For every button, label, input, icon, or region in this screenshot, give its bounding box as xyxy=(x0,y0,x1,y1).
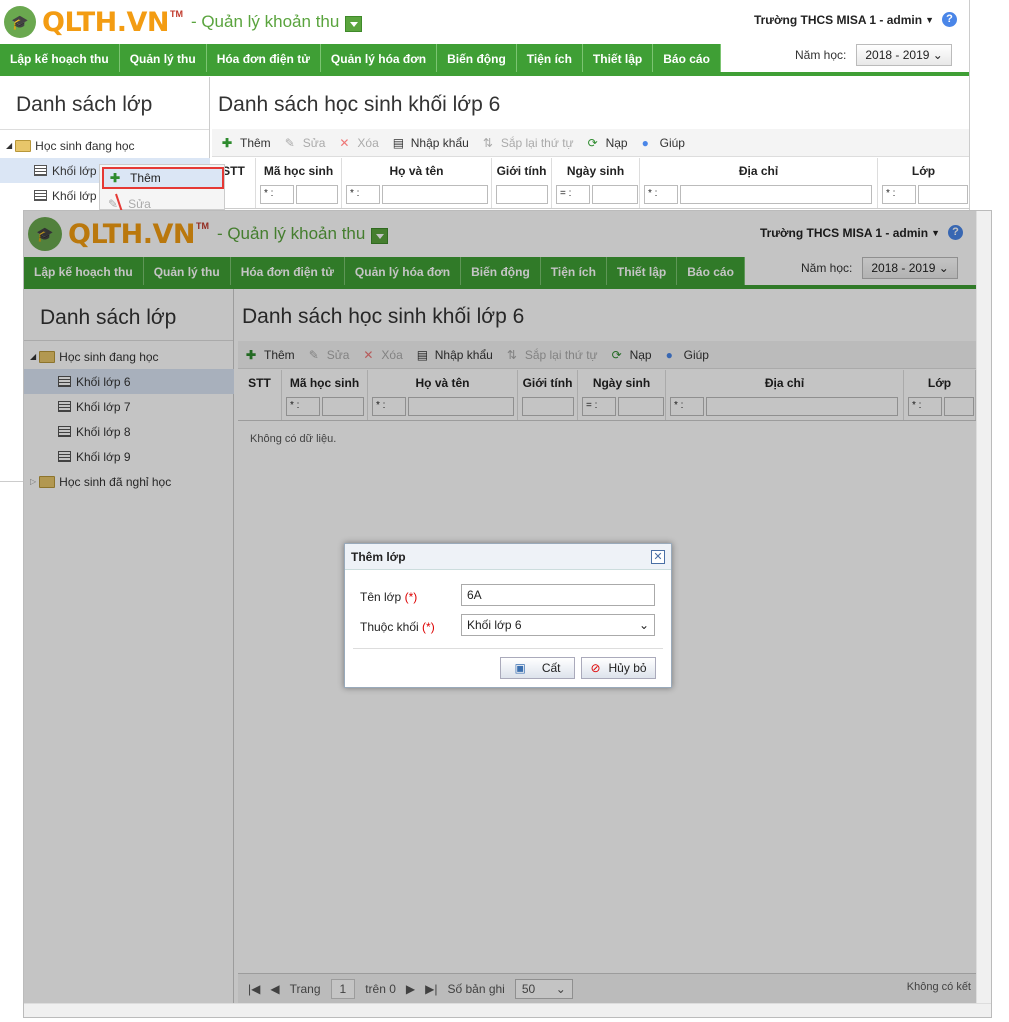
filter-input[interactable] xyxy=(918,185,968,204)
class-name-input[interactable]: 6A xyxy=(461,584,655,606)
left-panel-title: Danh sách lớp xyxy=(16,93,153,116)
add-icon: ✚ xyxy=(222,135,233,150)
nav-thiet-lap[interactable]: Thiết lập xyxy=(583,44,654,74)
folder-icon xyxy=(15,139,32,152)
filter-input[interactable] xyxy=(680,185,872,204)
save-icon: ▣ xyxy=(514,661,526,675)
col-ma-hoc-sinh[interactable]: Mã học sinh xyxy=(264,164,333,178)
horizontal-scrollbar[interactable] xyxy=(24,1003,991,1017)
toolbar-import[interactable]: ▤ Nhập khẩu xyxy=(393,136,469,150)
nav-quan-ly-hoa-don[interactable]: Quản lý hóa đơn xyxy=(321,44,438,74)
cancel-button[interactable]: ⊘ Hủy bỏ xyxy=(581,657,656,679)
filter-select[interactable] xyxy=(496,185,548,204)
nav-lap-ke-hoach-thu[interactable]: Lập kế hoạch thu xyxy=(0,44,120,74)
toolbar-delete[interactable]: ✕ Xóa xyxy=(339,136,378,150)
class-name-label: Tên lớp (*) xyxy=(360,590,418,604)
col-lop[interactable]: Lớp xyxy=(912,164,935,178)
toolbar-reload[interactable]: ⟳ Nạp xyxy=(588,136,628,150)
year-value: 2018 - 2019 xyxy=(865,48,930,62)
filter-input[interactable] xyxy=(296,185,338,204)
reload-icon: ⟳ xyxy=(587,135,598,150)
col-ho-va-ten[interactable]: Họ và tên xyxy=(389,164,443,178)
add-icon: ✚ xyxy=(110,171,121,185)
grade-select[interactable]: Khối lớp 6 ⌄ xyxy=(461,614,655,636)
filter-date[interactable] xyxy=(592,185,638,204)
save-button[interactable]: ▣ Cất xyxy=(500,657,575,679)
col-ngay-sinh[interactable]: Ngày sinh xyxy=(567,164,624,178)
main-title: Danh sách học sinh khối lớp 6 xyxy=(218,93,501,116)
toolbar-reorder[interactable]: ⇅ Sắp lại thứ tự xyxy=(483,136,574,150)
filter-op[interactable]: * : xyxy=(882,185,916,204)
col-gioi-tinh[interactable]: Giới tính xyxy=(497,164,547,178)
context-menu-add[interactable]: ✚ Thêm xyxy=(102,167,224,189)
year-label: Năm học: xyxy=(795,48,847,62)
tree-grade[interactable]: Khối lớp xyxy=(52,189,97,203)
nav-hoa-don-dien-tu[interactable]: Hóa đơn điện tử xyxy=(207,44,321,74)
tree-grade[interactable]: Khối lớp xyxy=(52,164,97,178)
filter-op[interactable]: * : xyxy=(346,185,380,204)
app-subtitle: - Quản lý khoản thu xyxy=(190,12,340,31)
filter-op[interactable]: * : xyxy=(644,185,678,204)
toolbar: ✚ Thêm ✎ Sửa ✕ Xóa ▤ Nhập khẩu ⇅ Sắp lại thứ … xyxy=(212,129,969,157)
toolbar-edit[interactable]: ✎ Sửa xyxy=(285,136,326,150)
logo-text: QLTH.VN xyxy=(42,6,169,38)
nav-tien-ich[interactable]: Tiện ích xyxy=(517,44,583,74)
toolbar-help[interactable]: ● Giúp xyxy=(642,136,685,150)
add-class-dialog: Thêm lớp ✕ Tên lớp (*) 6A Thuộc khối (*)… xyxy=(344,543,672,688)
user-menu[interactable]: Trường THCS MISA 1 - admin xyxy=(754,13,922,27)
logo-tm: TM xyxy=(169,9,183,19)
app-logo[interactable]: 🎓 QLTH.VN TM - Quản lý khoản thu xyxy=(4,6,363,38)
logo-icon: 🎓 xyxy=(4,6,36,38)
year-select[interactable]: 2018 - 2019 ⌄ xyxy=(856,44,952,66)
close-icon[interactable]: ✕ xyxy=(651,550,665,564)
toolbar-add[interactable]: ✚ Thêm xyxy=(222,136,271,150)
grade-label: Thuộc khối (*) xyxy=(360,620,435,634)
tree-studying[interactable]: Học sinh đang học xyxy=(35,139,134,153)
delete-icon: ✕ xyxy=(339,135,350,150)
help-icon[interactable]: ? xyxy=(942,12,957,27)
chevron-down-icon: ⌄ xyxy=(638,618,649,632)
filter-input[interactable] xyxy=(382,185,488,204)
cancel-icon: ⊘ xyxy=(590,661,601,675)
main-nav: Lập kế hoạch thu Quản lý thu Hóa đơn điệ… xyxy=(0,44,721,74)
foreground-window: 🎓 QLTH.VN TM - Quản lý khoản thu Trường T… xyxy=(23,210,992,1018)
edit-icon: ✎ xyxy=(284,135,295,150)
col-dia-chi[interactable]: Địa chỉ xyxy=(739,164,778,178)
nav-underline xyxy=(0,72,969,76)
vertical-scrollbar[interactable] xyxy=(976,211,991,1003)
expand-icon[interactable]: ◢ xyxy=(6,141,12,150)
filter-op[interactable]: = : xyxy=(556,185,590,204)
nav-bien-dong[interactable]: Biến động xyxy=(437,44,517,74)
nav-quan-ly-thu[interactable]: Quản lý thu xyxy=(120,44,207,74)
nav-bao-cao[interactable]: Báo cáo xyxy=(653,44,721,74)
list-icon xyxy=(34,165,47,176)
import-icon: ▤ xyxy=(392,135,405,150)
caret-down-icon[interactable]: ▼ xyxy=(925,15,934,25)
help-circle-icon: ● xyxy=(641,135,649,150)
dialog-title: Thêm lớp xyxy=(345,544,671,570)
reorder-icon: ⇅ xyxy=(482,135,493,150)
list-icon xyxy=(34,190,47,201)
grid-header: STT Mã học sinh * : Họ và tên * : Giới tín… xyxy=(212,158,969,209)
filter-op[interactable]: * : xyxy=(260,185,294,204)
module-dropdown-icon[interactable] xyxy=(345,16,363,32)
